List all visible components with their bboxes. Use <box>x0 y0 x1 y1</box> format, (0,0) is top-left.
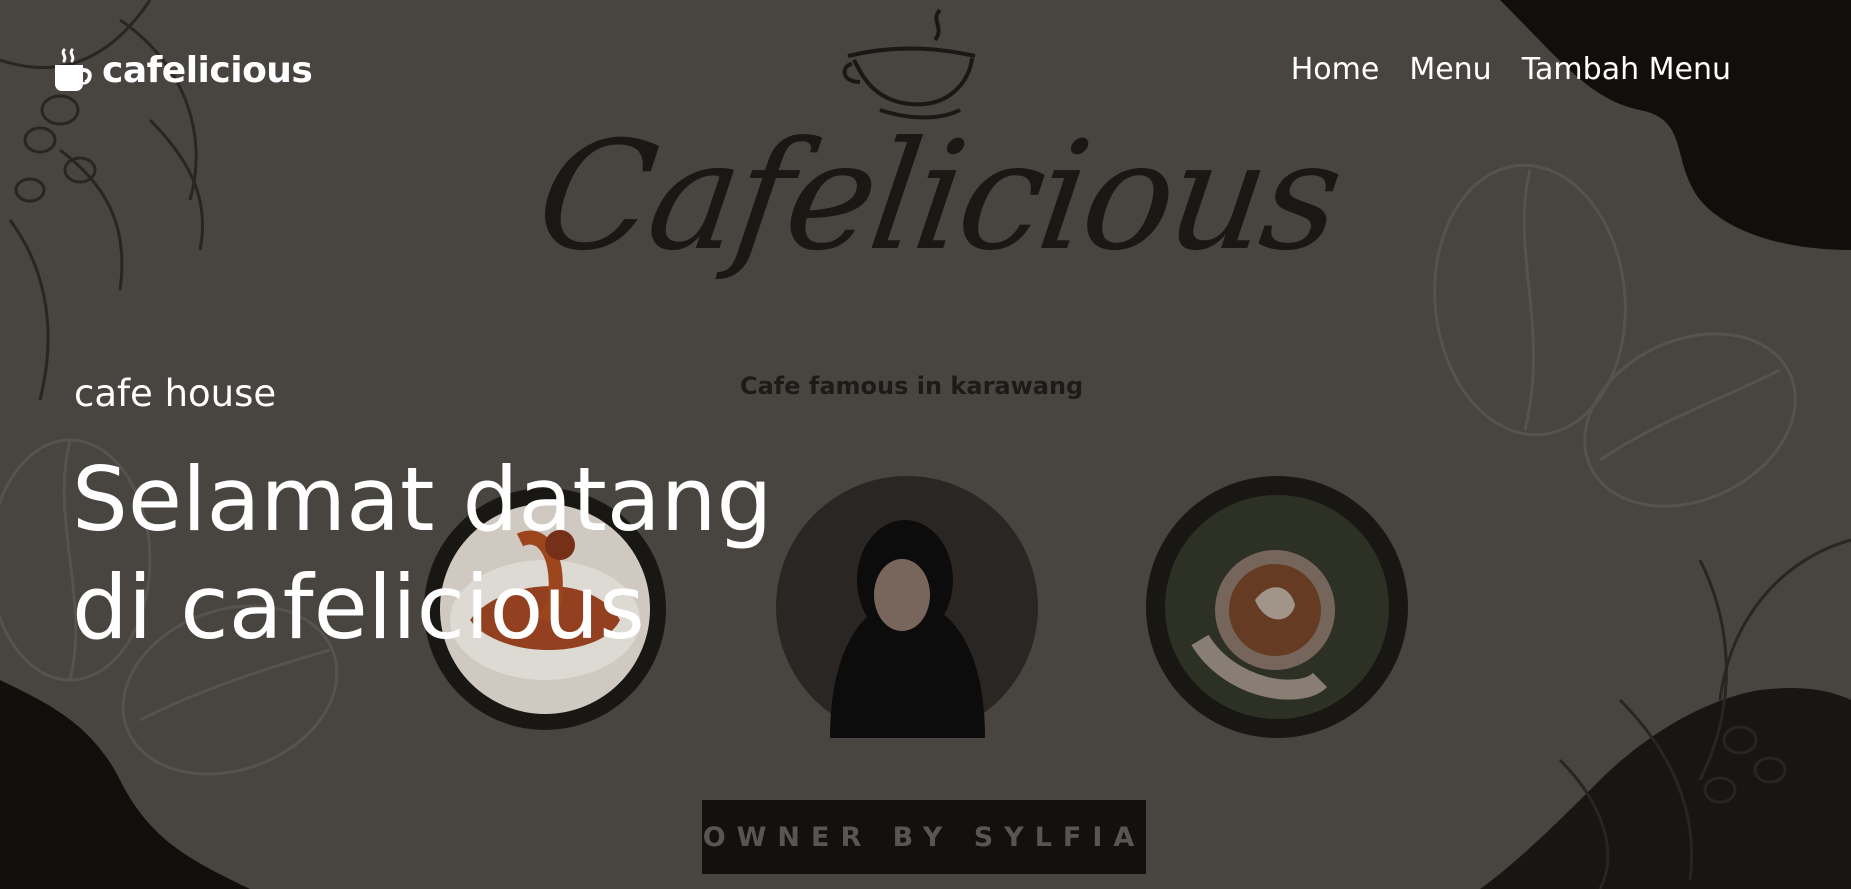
nav-tambah-menu[interactable]: Tambah Menu <box>1522 52 1731 87</box>
nav-home[interactable]: Home <box>1291 52 1380 87</box>
brand-name: cafelicious <box>102 49 313 91</box>
hero-headline-line2: di cafelicious <box>72 556 645 659</box>
nav-menu[interactable]: Menu <box>1409 52 1491 87</box>
hero-headline-line1: Selamat datang <box>72 448 773 551</box>
hero-banner: Cafelicious Cafe famous in karawang OWNE… <box>0 0 1851 889</box>
main-nav: Home Menu Tambah Menu <box>1291 52 1731 87</box>
hero-tagline: cafe house <box>74 372 277 415</box>
brand-link[interactable]: cafelicious <box>52 48 313 92</box>
hero-headline: Selamat datang di cafelicious <box>72 446 772 662</box>
navbar: cafelicious Home Menu Tambah Menu <box>0 0 1851 140</box>
coffee-cup-icon <box>55 48 92 91</box>
